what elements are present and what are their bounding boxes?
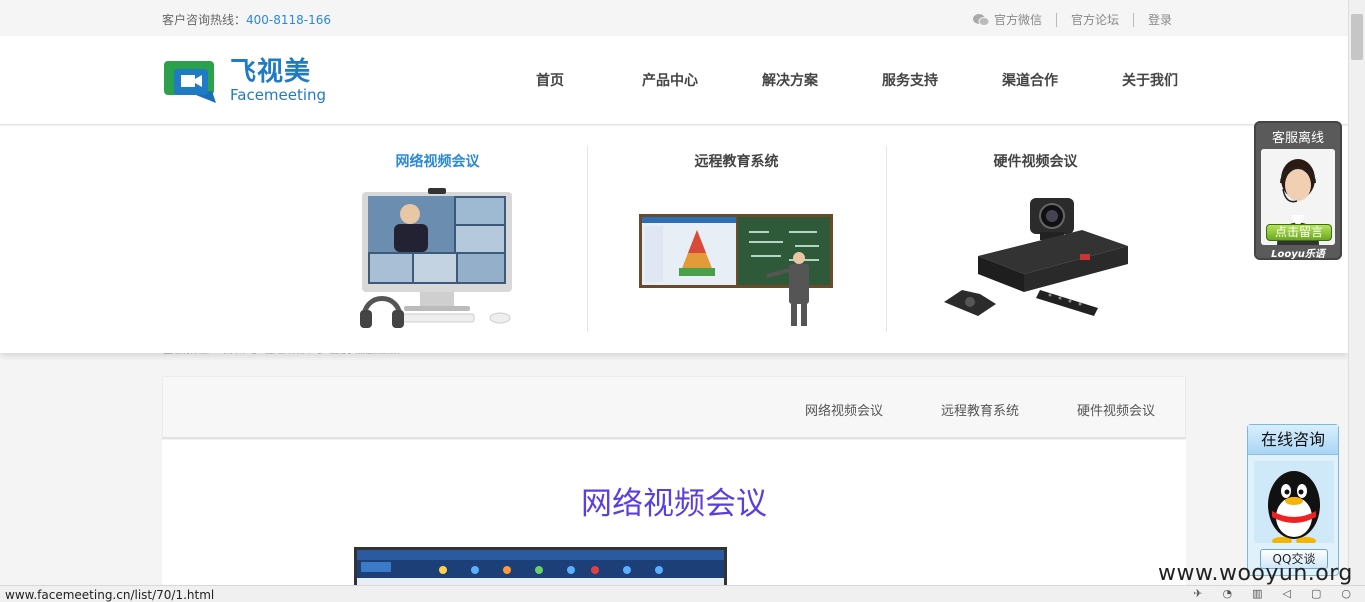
- rocket-icon[interactable]: ✈: [1193, 587, 1202, 600]
- status-url: www.facemeeting.cn/list/70/1.html: [5, 588, 215, 602]
- logo-text: 飞视美 Facemeeting: [230, 59, 326, 103]
- speed-icon[interactable]: ◔: [1223, 587, 1233, 600]
- logo[interactable]: 飞视美 Facemeeting: [162, 57, 326, 105]
- software-screenshot: [354, 547, 727, 590]
- nav-home[interactable]: 首页: [490, 70, 610, 90]
- nav-solutions[interactable]: 解决方案: [730, 70, 850, 90]
- customer-service-widget[interactable]: 客服离线 点击留言 Looyu乐语: [1254, 121, 1342, 260]
- qq-consult-widget[interactable]: 在线咨询 QQ交谈: [1247, 424, 1339, 576]
- service-status: 客服离线: [1271, 131, 1324, 146]
- divider: [1055, 12, 1057, 27]
- video-conference-image: [360, 188, 512, 328]
- software-toolbar-image: [357, 550, 724, 590]
- hotline-number[interactable]: 400-8118-166: [246, 13, 331, 27]
- subnav-remote-education[interactable]: 远程教育系统: [941, 400, 1019, 419]
- hotline-label: 客户咨询热线：: [162, 13, 247, 27]
- forum-link[interactable]: 官方论坛: [1071, 11, 1119, 28]
- vertical-scrollbar[interactable]: [1348, 0, 1365, 585]
- service-brand: Looyu乐语: [1271, 249, 1325, 260]
- dropdown-item-video-conference[interactable]: 网络视频会议: [288, 146, 587, 332]
- products-dropdown: 网络视频会议 远程教育系统 硬件视频会议: [0, 126, 1348, 353]
- sound-icon[interactable]: ◁: [1283, 587, 1291, 600]
- hotline: 客户咨询热线：400-8118-166: [162, 11, 331, 28]
- top-bar: 客户咨询热线：400-8118-166 官方微信 官方论坛 登录: [0, 0, 1348, 36]
- nav-support[interactable]: 服务支持: [850, 70, 970, 90]
- browser-status-bar: www.facemeeting.cn/list/70/1.html ✈ ◔ ▥ …: [0, 585, 1365, 602]
- nav-products[interactable]: 产品中心: [610, 70, 730, 90]
- main-content: 网络视频会议: [162, 440, 1186, 590]
- nav-about[interactable]: 关于我们: [1090, 70, 1210, 90]
- leave-message-button[interactable]: 点击留言: [1266, 224, 1332, 241]
- qq-title: 在线咨询: [1248, 425, 1338, 455]
- nav-channel[interactable]: 渠道合作: [970, 70, 1090, 90]
- subnav-video-conference[interactable]: 网络视频会议: [805, 400, 883, 419]
- remote-education-image: [639, 214, 833, 326]
- dropdown-item-title: 远程教育系统: [694, 154, 779, 170]
- divider: [1132, 12, 1134, 27]
- wechat-icon: [972, 13, 990, 26]
- sub-nav: 网络视频会议 远程教育系统 硬件视频会议: [162, 376, 1186, 439]
- dropdown-item-title: 网络视频会议: [395, 154, 480, 170]
- search-icon[interactable]: ○: [1341, 587, 1351, 600]
- hardware-conference-image: [944, 198, 1128, 316]
- sub-nav-items: 网络视频会议 远程教育系统 硬件视频会议: [805, 400, 1155, 419]
- wechat-label: 官方微信: [993, 13, 1042, 27]
- window-icon[interactable]: ▢: [1311, 587, 1321, 600]
- scrollbar-thumb[interactable]: [1351, 14, 1363, 60]
- qq-penguin-icon: [1254, 461, 1334, 543]
- login-link[interactable]: 登录: [1148, 11, 1172, 28]
- header: 飞视美 Facemeeting 首页 产品中心 解决方案 服务支持 渠道合作 关…: [0, 36, 1348, 125]
- watermark: www.wooyun.org: [1158, 561, 1353, 586]
- dropdown-item-title: 硬件视频会议: [993, 154, 1078, 170]
- dropdown-item-hardware-conference[interactable]: 硬件视频会议: [886, 146, 1185, 332]
- trash-icon[interactable]: ▥: [1252, 587, 1262, 600]
- main-nav: 首页 产品中心 解决方案 服务支持 渠道合作 关于我们: [490, 70, 1210, 90]
- subnav-hardware-conference[interactable]: 硬件视频会议: [1077, 400, 1155, 419]
- page-title: 网络视频会议: [581, 486, 767, 522]
- logo-camera-icon: [164, 61, 216, 103]
- top-links: 官方微信 官方论坛 登录: [972, 11, 1172, 28]
- logo-cn: 飞视美: [230, 57, 312, 87]
- dropdown-item-remote-education[interactable]: 远程教育系统: [587, 146, 886, 332]
- status-icons: ✈ ◔ ▥ ◁ ▢ ○: [1193, 587, 1351, 600]
- logo-en: Facemeeting: [230, 86, 327, 104]
- wechat-link[interactable]: 官方微信: [972, 11, 1042, 28]
